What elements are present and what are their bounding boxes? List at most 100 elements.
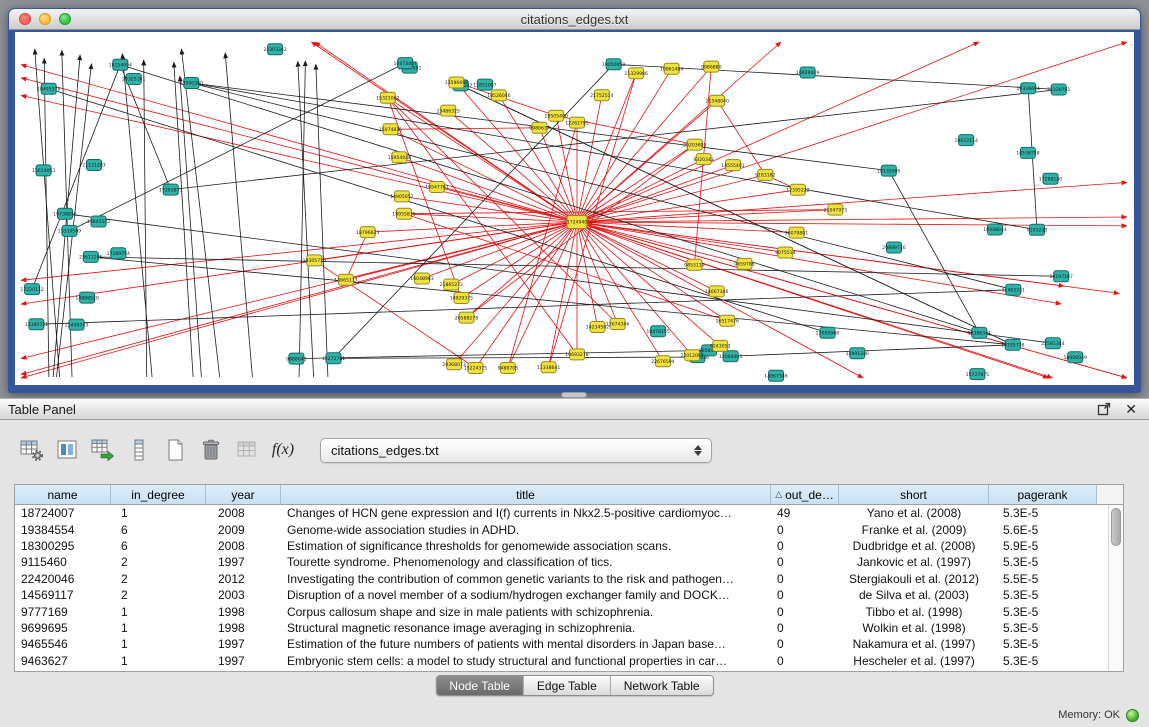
graph-node[interactable]: 16928449 (796, 67, 819, 78)
graph-node[interactable]: 10495378 (37, 83, 60, 94)
graph-node[interactable]: 14867346 (764, 370, 787, 381)
column-header-pagerank[interactable]: pagerank (989, 485, 1097, 505)
cell-out_degree[interactable]: 0 (771, 637, 839, 651)
column-list-button[interactable] (124, 435, 154, 465)
graph-node[interactable]: 20588278 (455, 312, 478, 323)
graph-node[interactable]: 9659786 (734, 258, 755, 269)
graph-node[interactable]: 18386341 (968, 327, 991, 338)
cell-in_degree[interactable]: 2 (111, 555, 206, 569)
tab-edge-table[interactable]: Edge Table (523, 676, 610, 695)
graph-node[interactable]: 15954048 (388, 152, 411, 163)
cell-out_degree[interactable]: 49 (771, 506, 839, 520)
cell-in_degree[interactable]: 1 (111, 621, 206, 635)
cell-pagerank[interactable]: 5.3E-5 (989, 605, 1097, 619)
table-row[interactable]: 1830029562008Estimation of significance … (15, 538, 1108, 554)
graph-node[interactable]: 18135999 (877, 165, 900, 176)
cell-title[interactable]: Changes of HCN gene expression and I(f) … (281, 506, 771, 520)
graph-node[interactable]: 11851097 (473, 79, 496, 90)
cell-pagerank[interactable]: 5.3E-5 (989, 588, 1097, 602)
cell-short[interactable]: Nakamura et al. (1997) (839, 637, 989, 651)
column-header-name[interactable]: name (15, 485, 111, 505)
graph-node[interactable]: 11463231 (1002, 284, 1025, 295)
cell-year[interactable]: 2008 (206, 506, 281, 520)
minimize-window-button[interactable] (39, 13, 51, 25)
cell-year[interactable]: 2008 (206, 539, 281, 553)
table-selector-combobox[interactable]: citations_edges.txt (320, 438, 712, 463)
cell-in_degree[interactable]: 1 (111, 654, 206, 668)
cell-short[interactable]: Wolkin et al. (1998) (839, 621, 989, 635)
graph-node[interactable]: 14197167 (1050, 271, 1073, 282)
column-header-out_degree[interactable]: △out_de… (771, 485, 839, 505)
graph-node[interactable]: 22581344 (1041, 338, 1064, 349)
window-titlebar[interactable]: citations_edges.txt (9, 9, 1140, 30)
graph-node[interactable]: 1724940 (567, 216, 588, 229)
cell-name[interactable]: 9463627 (15, 654, 111, 668)
graph-node[interactable]: 18796623 (356, 227, 379, 238)
column-header-title[interactable]: title (281, 485, 771, 505)
graph-node[interactable]: 14905652 (390, 191, 413, 202)
graph-node[interactable]: 9888641 (286, 353, 307, 364)
cell-name[interactable]: 19384554 (15, 523, 111, 537)
cell-title[interactable]: Estimation of the future numbers of pati… (281, 637, 771, 651)
graph-node[interactable]: 13380721 (25, 319, 48, 330)
cell-pagerank[interactable]: 5.3E-5 (989, 555, 1097, 569)
cell-short[interactable]: Yano et al. (2008) (839, 506, 989, 520)
graph-node[interactable]: 12674346 (606, 319, 629, 330)
cell-in_degree[interactable]: 6 (111, 523, 206, 537)
graph-node[interactable]: 14888520 (75, 292, 98, 303)
network-canvas[interactable]: 1338072113845522197388582032516118154094… (15, 32, 1134, 385)
graph-node[interactable]: 15321062 (376, 92, 399, 103)
cell-title[interactable]: Estimation of significance thresholds fo… (281, 539, 771, 553)
graph-node[interactable]: 17283873 (159, 184, 182, 195)
graph-node[interactable]: 16048983 (410, 273, 433, 284)
close-window-button[interactable] (19, 13, 31, 25)
cell-short[interactable]: Franke et al. (2009) (839, 523, 989, 537)
graph-node[interactable]: 18505490 (545, 110, 568, 121)
cell-name[interactable]: 9699695 (15, 621, 111, 635)
table-row[interactable]: 1938455462009Genome-wide association stu… (15, 521, 1108, 537)
close-panel-icon[interactable]: ✕ (1125, 402, 1137, 416)
table-row[interactable]: 969969511998Structural magnetic resonanc… (15, 620, 1108, 636)
cell-title[interactable]: Structural magnetic resonance image aver… (281, 621, 771, 635)
graph-node[interactable]: 22499743 (65, 319, 88, 330)
float-panel-icon[interactable] (1097, 402, 1111, 416)
disabled-table-button[interactable] (232, 435, 262, 465)
table-row[interactable]: 946554611997Estimation of the future num… (15, 636, 1108, 652)
cell-in_degree[interactable]: 1 (111, 637, 206, 651)
cell-name[interactable]: 18300295 (15, 539, 111, 553)
cell-out_degree[interactable]: 0 (771, 539, 839, 553)
graph-node[interactable]: 20325161 (122, 74, 145, 85)
cell-out_degree[interactable]: 0 (771, 654, 839, 668)
graph-node[interactable]: 22695968 (816, 327, 839, 338)
cell-pagerank[interactable]: 5.3E-5 (989, 654, 1097, 668)
cell-title[interactable]: Tourette syndrome. Phenomenology and cla… (281, 555, 771, 569)
graph-node[interactable]: 9980637 (529, 122, 550, 133)
cell-short[interactable]: Stergiakouli et al. (2012) (839, 572, 989, 586)
delete-table-button[interactable] (196, 435, 226, 465)
cell-out_degree[interactable]: 0 (771, 572, 839, 586)
cell-short[interactable]: Tibbo et al. (1998) (839, 605, 989, 619)
cell-in_degree[interactable]: 1 (111, 605, 206, 619)
cell-name[interactable]: 9777169 (15, 605, 111, 619)
cell-year[interactable]: 1997 (206, 555, 281, 569)
cell-in_degree[interactable]: 2 (111, 588, 206, 602)
cell-out_degree[interactable]: 0 (771, 605, 839, 619)
tab-node-table[interactable]: Node Table (436, 676, 523, 695)
graph-node[interactable]: 12004405 (719, 351, 742, 362)
graph-node[interactable]: 14555401 (721, 160, 744, 171)
cell-name[interactable]: 22420046 (15, 572, 111, 586)
graph-node[interactable]: 12262795 (565, 117, 588, 128)
table-row[interactable]: 946362711997Embryonic stem cells: a mode… (15, 653, 1108, 669)
graph-node[interactable]: 19738858 (53, 208, 76, 219)
graph-node[interactable]: 9243053 (710, 340, 731, 351)
cell-out_degree[interactable]: 0 (771, 621, 839, 635)
cell-out_degree[interactable]: 0 (771, 555, 839, 569)
column-header-in_degree[interactable]: in_degree (111, 485, 206, 505)
cell-short[interactable]: Dudbridge et al. (2008) (839, 539, 989, 553)
table-row[interactable]: 1456911722003Disruption of a novel membe… (15, 587, 1108, 603)
table-row[interactable]: 1872400712008Changes of HCN gene express… (15, 505, 1108, 521)
graph-node[interactable]: 23330761 (1047, 84, 1070, 95)
tab-network-table[interactable]: Network Table (610, 676, 713, 695)
cell-pagerank[interactable]: 5.3E-5 (989, 621, 1097, 635)
graph-node[interactable]: 13845522 (87, 216, 110, 227)
